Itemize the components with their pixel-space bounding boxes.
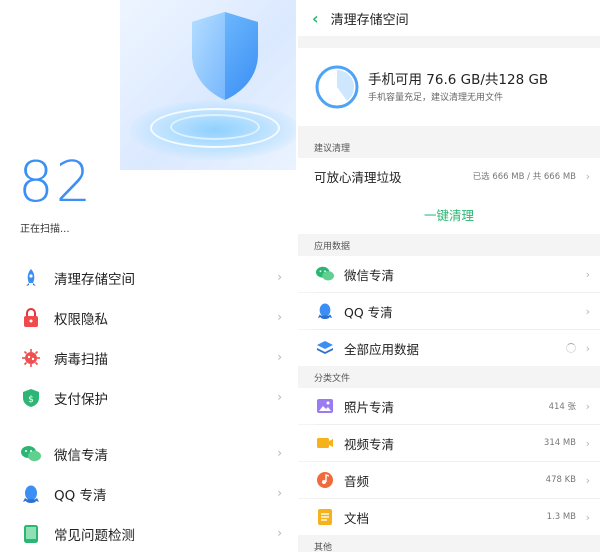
storage-available-text: 手机可用 76.6 GB/共128 GB — [368, 72, 549, 88]
document-icon — [314, 506, 336, 528]
menu-item-virus-scan[interactable]: 病毒扫描 › — [0, 338, 296, 378]
menu-label: 支付保护 — [54, 392, 108, 408]
storage-hint-text: 手机容量充足，建议清理无用文件 — [368, 93, 504, 103]
top-bar: ‹ 清理存储空间 — [298, 0, 600, 36]
file-row-audio[interactable]: 音频 478 KB › — [298, 462, 600, 498]
chevron-right-icon: › — [585, 267, 590, 281]
menu-item-common-issues[interactable]: 常见问题检测 › — [0, 514, 296, 552]
chevron-right-icon: › — [585, 341, 590, 355]
chevron-right-icon: › — [277, 310, 282, 324]
shield-icon — [192, 12, 258, 100]
music-icon — [314, 469, 336, 491]
file-row-meta: 314 MB — [543, 438, 576, 448]
section-header-app-data: 应用数据 — [298, 234, 600, 256]
hero-ring-inner — [170, 114, 260, 140]
menu-label: 清理存储空间 — [54, 272, 135, 288]
chevron-right-icon: › — [277, 390, 282, 404]
chevron-right-icon: › — [277, 270, 282, 284]
chevron-right-icon: › — [585, 510, 590, 524]
feature-menu: 清理存储空间 › 权限隐私 › 病毒扫描 › $ 支付保护 › 微信专清 › Q… — [0, 258, 296, 552]
page-title: 清理存储空间 — [330, 12, 409, 28]
security-home-panel: 82 正在扫描... 清理存储空间 › 权限隐私 › 病毒扫描 › $ 支付保护… — [0, 0, 296, 552]
file-row-meta: 478 KB — [545, 475, 576, 485]
app-row-label: QQ 专清 — [344, 304, 393, 320]
virus-icon — [20, 347, 42, 369]
menu-item-wechat-clean[interactable]: 微信专清 › — [0, 434, 296, 474]
menu-label: 微信专清 — [54, 448, 108, 464]
storage-usage-ring — [315, 65, 359, 109]
one-click-clean-button[interactable]: 一键清理 — [298, 194, 600, 234]
menu-label: 常见问题检测 — [54, 528, 135, 544]
layers-icon — [314, 337, 336, 359]
file-row-label: 文档 — [344, 510, 370, 526]
qq-icon — [314, 300, 336, 322]
scanning-status: 正在扫描... — [20, 224, 70, 235]
chevron-right-icon: › — [585, 169, 590, 183]
menu-item-payment-protection[interactable]: $ 支付保护 › — [0, 378, 296, 418]
back-arrow-icon[interactable]: ‹ — [312, 9, 319, 28]
file-row-photos[interactable]: 照片专清 414 张 › — [298, 388, 600, 424]
lock-icon — [20, 307, 42, 329]
storage-summary: 手机可用 76.6 GB/共128 GB 手机容量充足，建议清理无用文件 — [298, 48, 600, 126]
menu-label: 病毒扫描 — [54, 352, 108, 368]
menu-item-qq-clean[interactable]: QQ 专清 › — [0, 474, 296, 514]
photo-icon — [314, 395, 336, 417]
app-row-qq[interactable]: QQ 专清 › — [298, 293, 600, 329]
app-row-label: 全部应用数据 — [344, 341, 420, 357]
app-row-all[interactable]: 全部应用数据 › — [298, 330, 600, 366]
clean-storage-panel: ‹ 清理存储空间 手机可用 76.6 GB/共128 GB 手机容量充足，建议清… — [298, 0, 600, 552]
menu-label: QQ 专清 — [54, 488, 107, 504]
file-row-meta: 414 张 — [548, 402, 576, 412]
file-row-label: 音频 — [344, 473, 370, 489]
junk-clean-row[interactable]: 可放心清理垃圾 已选 666 MB / 共 666 MB › — [298, 158, 600, 194]
menu-label: 权限隐私 — [54, 312, 108, 328]
junk-label: 可放心清理垃圾 — [314, 169, 402, 185]
security-score: 82 — [18, 150, 94, 215]
chevron-right-icon: › — [277, 526, 282, 540]
chevron-right-icon: › — [277, 486, 282, 500]
svg-text:$: $ — [28, 395, 34, 405]
chevron-right-icon: › — [277, 350, 282, 364]
rocket-icon — [20, 267, 42, 289]
wechat-icon — [314, 263, 336, 285]
section-header-other: 其他 — [298, 535, 600, 552]
file-row-videos[interactable]: 视频专清 314 MB › — [298, 425, 600, 461]
qq-icon — [20, 483, 42, 505]
menu-item-clean-storage[interactable]: 清理存储空间 › — [0, 258, 296, 298]
file-row-label: 照片专清 — [344, 399, 395, 415]
menu-separator — [0, 418, 296, 434]
file-row-label: 视频专清 — [344, 436, 395, 452]
wechat-icon — [20, 443, 42, 465]
loading-spinner-icon — [566, 343, 576, 353]
file-row-meta: 1.3 MB — [546, 512, 576, 522]
app-row-wechat[interactable]: 微信专清 › — [298, 256, 600, 292]
app-row-label: 微信专清 — [344, 267, 395, 283]
chevron-right-icon: › — [585, 473, 590, 487]
file-row-documents[interactable]: 文档 1.3 MB › — [298, 499, 600, 535]
payment-shield-icon: $ — [20, 387, 42, 409]
chevron-right-icon: › — [585, 436, 590, 450]
menu-item-permission-privacy[interactable]: 权限隐私 › — [0, 298, 296, 338]
junk-size: 已选 666 MB / 共 666 MB — [472, 172, 576, 182]
section-header-suggest: 建议清理 — [298, 136, 600, 158]
section-header-files: 分类文件 — [298, 366, 600, 388]
chevron-right-icon: › — [277, 446, 282, 460]
chevron-right-icon: › — [585, 399, 590, 413]
chevron-right-icon: › — [585, 304, 590, 318]
video-icon — [314, 432, 336, 454]
phone-check-icon — [20, 523, 42, 545]
